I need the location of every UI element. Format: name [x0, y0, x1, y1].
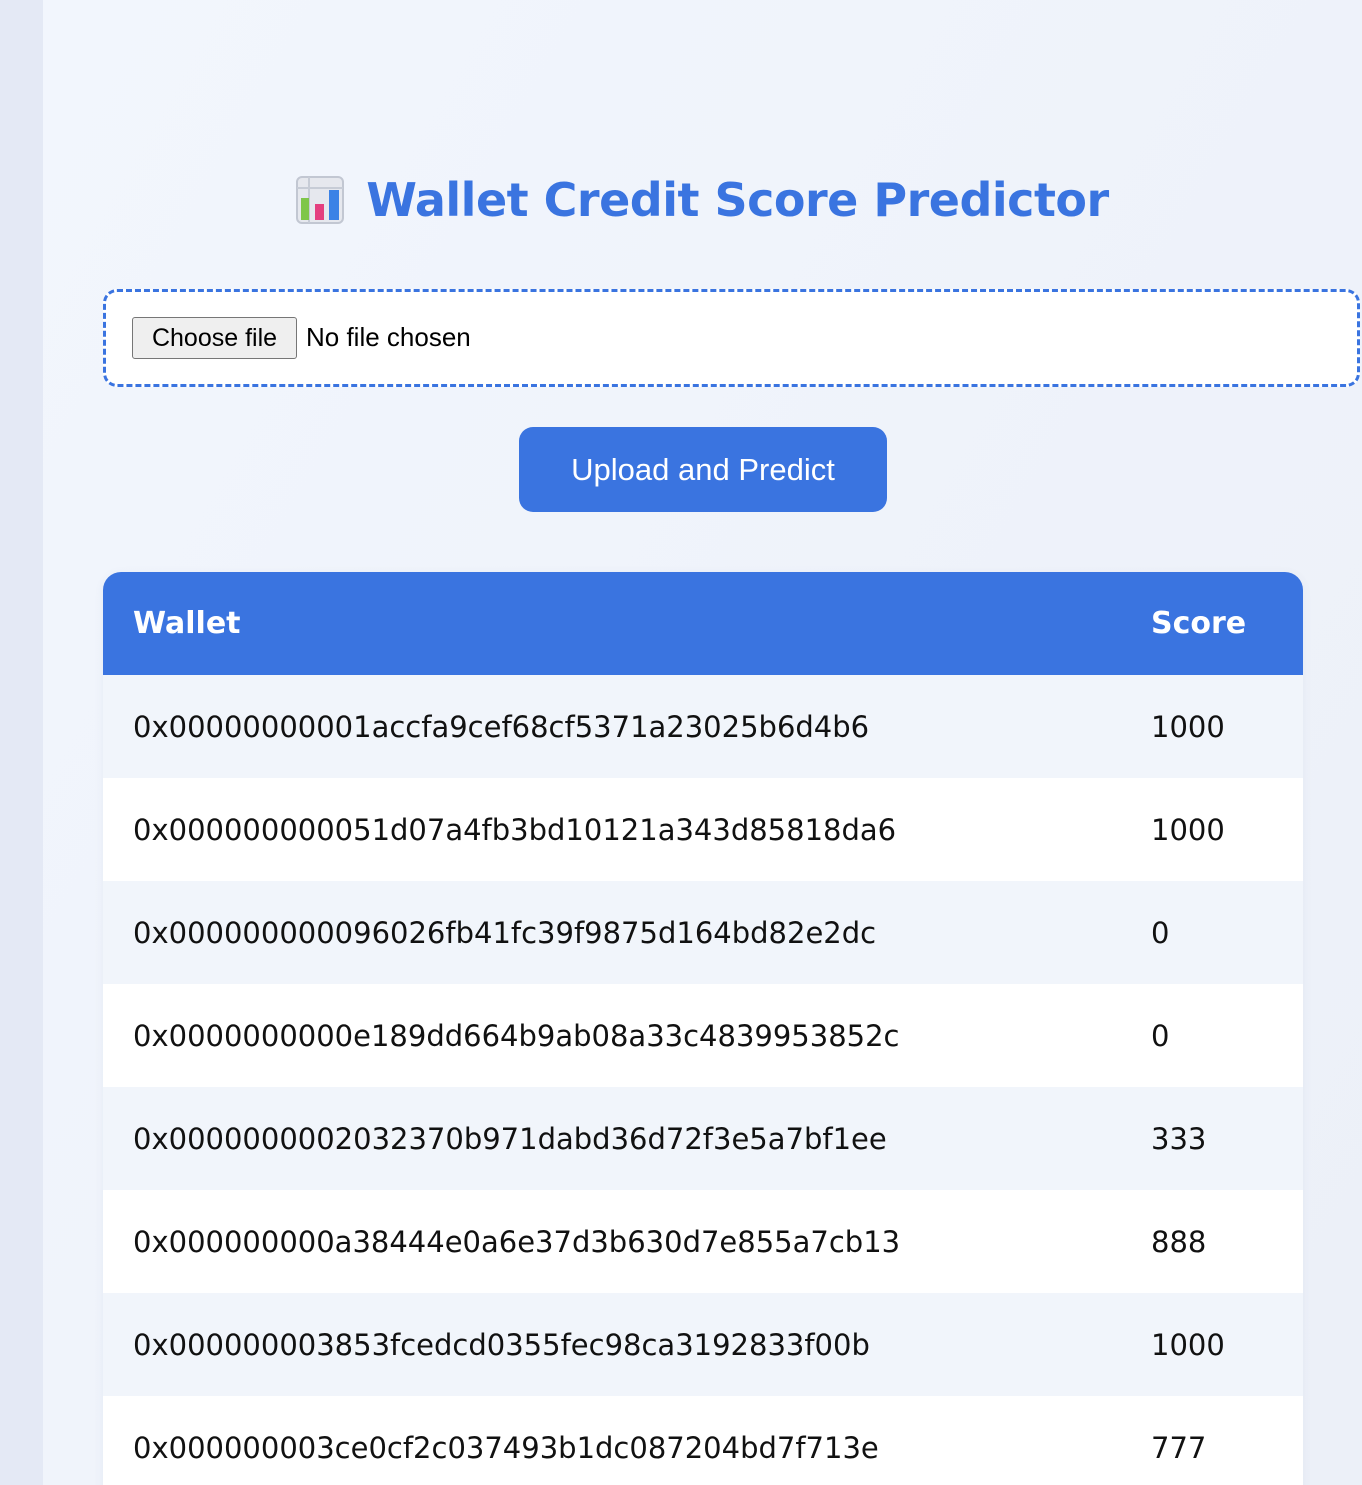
table-row: 0x0000000000e189dd664b9ab08a33c483995385… [103, 984, 1303, 1087]
page-header: Wallet Credit Score Predictor [43, 168, 1362, 232]
wallet-cell: 0x000000000096026fb41fc39f9875d164bd82e2… [103, 881, 1121, 984]
wallet-cell: 0x000000003853fcedcd0355fec98ca3192833f0… [103, 1293, 1121, 1396]
table-row: 0x000000000051d07a4fb3bd10121a343d85818d… [103, 778, 1303, 881]
table-body: 0x00000000001accfa9cef68cf5371a23025b6d4… [103, 675, 1303, 1485]
column-header-score: Score [1121, 572, 1303, 675]
score-cell: 0 [1121, 984, 1303, 1087]
table-header: Wallet Score [103, 572, 1303, 675]
wallet-cell: 0x0000000000e189dd664b9ab08a33c483995385… [103, 984, 1121, 1087]
score-cell: 0 [1121, 881, 1303, 984]
table-row: 0x000000003ce0cf2c037493b1dc087204bd7f71… [103, 1396, 1303, 1485]
table-row: 0x00000000001accfa9cef68cf5371a23025b6d4… [103, 675, 1303, 778]
results-table: Wallet Score 0x00000000001accfa9cef68cf5… [103, 572, 1303, 1485]
score-cell: 1000 [1121, 778, 1303, 881]
score-cell: 777 [1121, 1396, 1303, 1485]
table-header-row: Wallet Score [103, 572, 1303, 675]
score-cell: 1000 [1121, 675, 1303, 778]
upload-and-predict-button[interactable]: Upload and Predict [519, 427, 887, 512]
file-status-text: No file chosen [306, 322, 471, 352]
table-row: 0x000000000a38444e0a6e37d3b630d7e855a7cb… [103, 1190, 1303, 1293]
wallet-cell: 0x000000000051d07a4fb3bd10121a343d85818d… [103, 778, 1121, 881]
wallet-cell: 0x000000000a38444e0a6e37d3b630d7e855a7cb… [103, 1190, 1121, 1293]
table-row: 0x0000000002032370b971dabd36d72f3e5a7bf1… [103, 1087, 1303, 1190]
score-cell: 888 [1121, 1190, 1303, 1293]
table-row: 0x000000003853fcedcd0355fec98ca3192833f0… [103, 1293, 1303, 1396]
table-row: 0x000000000096026fb41fc39f9875d164bd82e2… [103, 881, 1303, 984]
score-cell: 333 [1121, 1087, 1303, 1190]
choose-file-button[interactable]: Choose file [132, 317, 297, 359]
bar-chart-icon [296, 176, 345, 224]
wallet-cell: 0x000000003ce0cf2c037493b1dc087204bd7f71… [103, 1396, 1121, 1485]
file-upload-area[interactable]: Choose file No file chosen [103, 289, 1360, 387]
column-header-wallet: Wallet [103, 572, 1121, 675]
page-container: Wallet Credit Score Predictor Choose fil… [43, 0, 1362, 1485]
wallet-cell: 0x00000000001accfa9cef68cf5371a23025b6d4… [103, 675, 1121, 778]
wallet-cell: 0x0000000002032370b971dabd36d72f3e5a7bf1… [103, 1087, 1121, 1190]
score-cell: 1000 [1121, 1293, 1303, 1396]
page-title: Wallet Credit Score Predictor [366, 173, 1109, 227]
